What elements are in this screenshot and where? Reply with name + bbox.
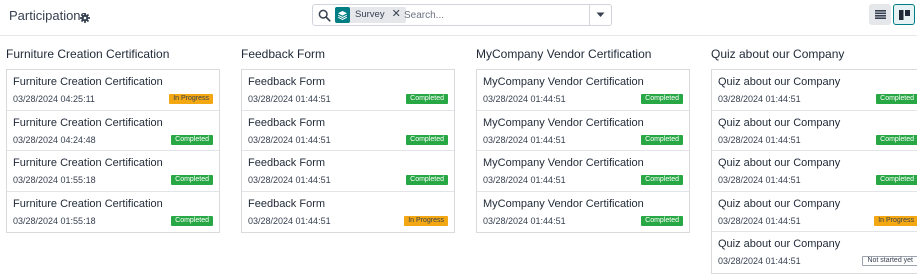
card-date: 03/28/2024 01:44:51 — [483, 94, 566, 104]
card-date: 03/28/2024 04:25:11 — [13, 94, 95, 104]
status-badge: In Progress — [404, 215, 448, 226]
page-title: Participations — [9, 8, 88, 23]
kanban-card[interactable]: Quiz about our Company 03/28/2024 01:44:5… — [712, 70, 917, 111]
card-date: 03/28/2024 01:44:51 — [248, 175, 331, 185]
card-date: 03/28/2024 01:44:51 — [248, 215, 331, 226]
kanban-card[interactable]: Feedback Form 03/28/2024 01:44:51 Complete… — [242, 151, 454, 192]
card-list: Quiz about our Company 03/28/2024 01:44:5… — [711, 69, 917, 274]
kanban-card[interactable]: Feedback Form 03/28/2024 01:44:51 Complete… — [242, 70, 454, 111]
column-title[interactable]: Furniture Creation Certification — [6, 45, 220, 69]
card-survey-name: Quiz about our Company — [718, 116, 841, 129]
column-title[interactable]: MyCompany Vendor Certification — [476, 45, 690, 69]
card-survey-name: Quiz about our Company — [718, 76, 841, 88]
card-survey-name: Feedback Form — [248, 197, 326, 210]
kanban-card[interactable]: MyCompany Vendor Certification 03/28/2024… — [477, 192, 689, 233]
status-badge: Completed — [406, 94, 448, 104]
kanban-card[interactable]: Quiz about our Company 03/28/2024 01:44:5… — [712, 192, 917, 232]
kanban-icon — [898, 9, 910, 20]
kanban-view-button[interactable] — [893, 4, 915, 25]
status-badge: Completed — [876, 175, 917, 185]
card-survey-name: MyCompany Vendor Certification — [483, 197, 644, 210]
kanban-column: Furniture Creation Certification Furnitur… — [6, 45, 220, 233]
status-badge: In Progress — [169, 94, 213, 104]
card-date: 03/28/2024 01:44:51 — [718, 256, 801, 266]
card-date: 03/28/2024 04:24:48 — [13, 134, 96, 145]
status-badge: Completed — [876, 94, 917, 104]
card-date: 03/28/2024 01:55:18 — [13, 175, 96, 185]
kanban-card[interactable]: Furniture Creation Certification 03/28/20… — [7, 192, 219, 233]
kanban-card[interactable]: Furniture Creation Certification 03/28/20… — [7, 111, 219, 151]
card-date: 03/28/2024 01:44:51 — [248, 134, 331, 145]
control-panel: Participations Survey ✕ Search... — [0, 0, 917, 36]
kanban-card[interactable]: MyCompany Vendor Certification 03/28/2024… — [477, 70, 689, 111]
card-date: 03/28/2024 01:44:51 — [718, 175, 801, 185]
list-icon — [874, 10, 886, 19]
card-survey-name: Quiz about our Company — [718, 197, 841, 210]
card-date: 03/28/2024 01:44:51 — [718, 134, 801, 145]
card-survey-name: Furniture Creation Certification — [13, 76, 163, 88]
card-survey-name: Feedback Form — [248, 157, 326, 169]
kanban-column: MyCompany Vendor Certification MyCompany … — [476, 45, 690, 233]
kanban-card[interactable]: Quiz about our Company 03/28/2024 01:44:5… — [712, 232, 917, 273]
status-badge: Completed — [641, 215, 683, 226]
card-list: Feedback Form 03/28/2024 01:44:51 Complete… — [241, 69, 455, 233]
status-badge: Completed — [171, 134, 213, 145]
status-badge: Completed — [641, 175, 683, 185]
kanban-column: Feedback Form Feedback Form 03/28/2024 01:… — [241, 45, 455, 233]
column-title[interactable]: Quiz about our Company — [711, 45, 917, 69]
card-survey-name: Feedback Form — [248, 116, 326, 129]
list-view-button[interactable] — [869, 4, 891, 25]
kanban-card[interactable]: Furniture Creation Certification 03/28/20… — [7, 70, 219, 111]
card-date: 03/28/2024 01:55:18 — [13, 215, 96, 226]
card-survey-name: MyCompany Vendor Certification — [483, 157, 644, 169]
card-date: 03/28/2024 01:44:51 — [248, 94, 331, 104]
kanban-card[interactable]: MyCompany Vendor Certification 03/28/2024… — [477, 111, 689, 151]
kanban-card[interactable]: Furniture Creation Certification 03/28/20… — [7, 151, 219, 192]
card-survey-name: Feedback Form — [248, 76, 326, 88]
card-date: 03/28/2024 01:44:51 — [718, 94, 801, 104]
kanban-card[interactable]: Feedback Form 03/28/2024 01:44:51 In Progr… — [242, 192, 454, 233]
kanban-card[interactable]: Quiz about our Company 03/28/2024 01:44:5… — [712, 111, 917, 151]
card-survey-name: MyCompany Vendor Certification — [483, 116, 644, 129]
search-input[interactable] — [404, 8, 584, 23]
card-survey-name: Furniture Creation Certification — [13, 197, 163, 210]
status-badge: Completed — [641, 134, 683, 145]
status-badge: Completed — [406, 175, 448, 185]
status-badge: Not started yet — [862, 256, 917, 266]
column-title[interactable]: Feedback Form — [241, 45, 455, 69]
kanban-card[interactable]: MyCompany Vendor Certification 03/28/2024… — [477, 151, 689, 192]
status-badge: Completed — [641, 94, 683, 104]
search-facet: Survey ✕ — [335, 7, 406, 23]
card-survey-name: Quiz about our Company — [718, 238, 841, 250]
card-survey-name: Furniture Creation Certification — [13, 116, 163, 129]
facet-label: Survey — [355, 9, 385, 20]
gear-icon[interactable] — [80, 10, 90, 23]
card-survey-name: Furniture Creation Certification — [13, 157, 163, 169]
card-date: 03/28/2024 01:44:51 — [483, 215, 566, 226]
status-badge: In Progress — [874, 215, 917, 226]
card-date: 03/28/2024 01:44:51 — [718, 215, 801, 226]
caret-down-icon[interactable] — [589, 5, 611, 25]
search-bar: Survey ✕ — [312, 4, 612, 26]
card-survey-name: Quiz about our Company — [718, 157, 841, 169]
card-survey-name: MyCompany Vendor Certification — [483, 76, 644, 88]
card-list: MyCompany Vendor Certification 03/28/2024… — [476, 69, 690, 233]
status-badge: Completed — [171, 175, 213, 185]
status-badge: Completed — [171, 215, 213, 226]
search-icon[interactable] — [318, 9, 331, 22]
kanban-card[interactable]: Feedback Form 03/28/2024 01:44:51 Complete… — [242, 111, 454, 151]
survey-stack-icon — [335, 7, 350, 23]
status-badge: Completed — [406, 134, 448, 145]
status-badge: Completed — [876, 134, 917, 145]
kanban-column: Quiz about our Company Quiz about our Com… — [711, 45, 917, 274]
card-list: Furniture Creation Certification 03/28/20… — [6, 69, 220, 233]
card-date: 03/28/2024 01:44:51 — [483, 175, 566, 185]
card-date: 03/28/2024 01:44:51 — [483, 134, 566, 145]
kanban-card[interactable]: Quiz about our Company 03/28/2024 01:44:5… — [712, 151, 917, 192]
